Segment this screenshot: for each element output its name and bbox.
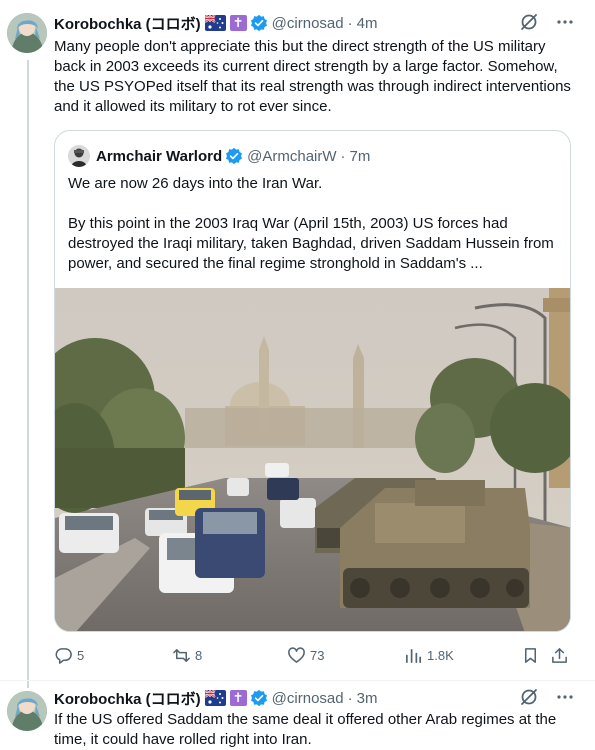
quoted-text-line: We are now 26 days into the Iran War. [68,175,323,192]
quoted-timestamp: 7m [349,147,371,165]
australia-flag-icon [204,689,226,706]
retweet-icon [173,648,190,662]
tweet-top-actions [519,687,575,707]
tweet-text: Many people don't appreciate this but th… [54,38,571,115]
views-chart-icon [405,648,422,663]
quoted-tweet-header: Armchair Warlord @ArmchairW · 7m [68,145,370,167]
share-icon [552,647,567,663]
author-handle[interactable]: @cirnosad [272,690,344,707]
tweet[interactable]: Korobochka (コロボ) ✝ @cirnosad · [0,0,595,688]
timestamp[interactable]: 3m [357,690,378,707]
quoted-media-photo[interactable] [55,288,570,631]
reply-icon [55,647,72,664]
retweet-count: 8 [195,647,203,663]
bookmark-icon [524,647,537,663]
views-button[interactable]: 1.8K [404,646,454,665]
avatar[interactable] [7,13,47,53]
reply-button[interactable]: 5 [54,646,84,665]
author-handle[interactable]: @cirnosad [272,15,344,32]
like-button[interactable]: 73 [287,646,324,665]
verified-badge-icon [250,14,268,32]
views-count: 1.8K [427,647,454,663]
avatar[interactable] [7,691,47,731]
australia-flag-icon [204,14,226,31]
bookmark-button[interactable] [521,646,540,665]
tweet-top-actions [519,12,575,32]
author-name[interactable]: Korobochka (コロボ) [54,688,201,709]
heart-icon [288,646,305,663]
tweet-action-bar: 5 8 73 1.8K [54,644,574,666]
grok-icon[interactable] [519,687,539,707]
quoted-text-line: By this point in the 2003 Iraq War (Apri… [68,215,554,272]
cross-icon: ✝ [229,15,247,31]
separator-dot: · [347,689,353,707]
separator-dot: · [340,147,346,165]
separator-dot: · [347,14,353,32]
tweet-text: If the US offered Saddam the same deal i… [54,711,557,748]
timestamp[interactable]: 4m [357,15,378,32]
quoted-tweet-card[interactable]: Armchair Warlord @ArmchairW · 7m We are … [54,130,571,632]
grok-icon[interactable] [519,12,539,32]
verified-badge-icon [250,689,268,707]
like-count: 73 [310,647,325,663]
thread-line [27,60,29,688]
more-options-icon[interactable] [555,687,575,707]
share-button[interactable] [550,646,569,665]
retweet-button[interactable]: 8 [172,646,202,665]
reply-count: 5 [77,647,85,663]
quoted-author-name: Armchair Warlord [96,147,223,165]
cross-icon: ✝ [229,690,247,706]
author-name[interactable]: Korobochka (コロボ) [54,13,201,34]
quoted-avatar [68,145,90,167]
tweet-header: Korobochka (コロボ) ✝ @cirnosad · [54,11,377,35]
quoted-tweet-text: We are now 26 days into the Iran War. By… [68,174,558,274]
tweet[interactable]: Korobochka (コロボ) ✝ @cirnosad · [0,680,595,750]
tweet-header: Korobochka (コロボ) ✝ @cirnosad · [54,686,377,710]
verified-badge-icon [225,147,243,165]
quoted-author-handle: @ArmchairW [247,147,337,165]
more-options-icon[interactable] [555,12,575,32]
